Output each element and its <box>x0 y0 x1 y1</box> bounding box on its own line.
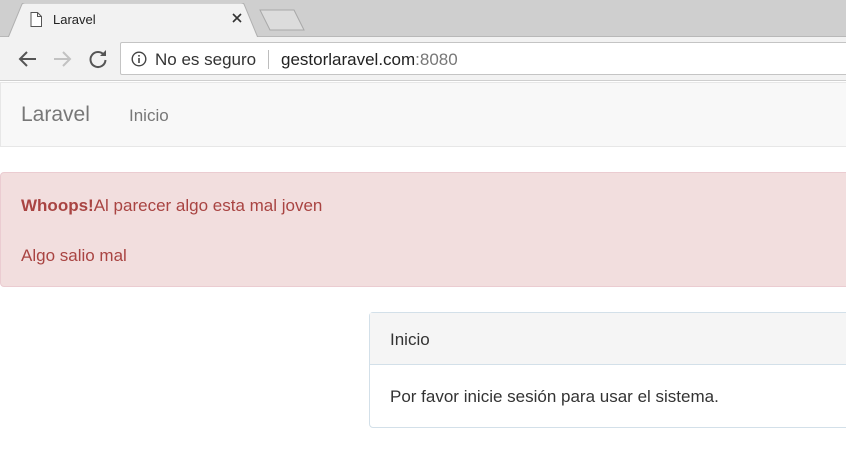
navbar-brand[interactable]: Laravel <box>21 103 90 127</box>
panel-heading-title: Inicio <box>390 330 430 349</box>
home-panel: Inicio Por favor inicie sesión para usar… <box>369 312 846 428</box>
back-arrow-icon[interactable] <box>17 48 39 70</box>
alert-error-item: Algo salio mal <box>21 246 127 265</box>
panel-heading: Inicio <box>370 313 846 365</box>
url-port: :8080 <box>415 50 458 69</box>
omnibox-divider <box>268 50 269 69</box>
security-label[interactable]: No es seguro <box>155 50 256 70</box>
error-alert: Whoops!Al parecer algo esta mal joven Al… <box>0 172 846 287</box>
page-icon <box>30 12 42 27</box>
alert-strong: Whoops! <box>21 196 94 215</box>
site-navbar: Laravel Inicio <box>0 82 846 147</box>
tab-shape <box>8 3 258 38</box>
url-host: gestorlaravel.com <box>281 50 416 69</box>
browser-toolbar: No es seguro gestorlaravel.com:8080 <box>0 37 846 81</box>
url-text[interactable]: gestorlaravel.com:8080 <box>281 50 458 70</box>
forward-arrow-icon[interactable] <box>51 48 73 70</box>
tab-title: Laravel <box>53 12 96 27</box>
close-icon[interactable] <box>230 11 244 25</box>
info-icon[interactable] <box>131 51 147 67</box>
address-bar[interactable]: No es seguro gestorlaravel.com:8080 <box>120 42 846 75</box>
panel-body-text: Por favor inicie sesión para usar el sis… <box>390 387 719 406</box>
new-tab-button[interactable] <box>258 8 306 32</box>
alert-heading: Whoops!Al parecer algo esta mal joven <box>21 196 322 216</box>
nav-link-inicio[interactable]: Inicio <box>129 106 169 126</box>
browser-tab[interactable]: Laravel <box>8 3 258 38</box>
browser-tab-strip: Laravel <box>0 0 846 38</box>
alert-message: Al parecer algo esta mal joven <box>93 196 323 215</box>
reload-icon[interactable] <box>87 48 109 70</box>
